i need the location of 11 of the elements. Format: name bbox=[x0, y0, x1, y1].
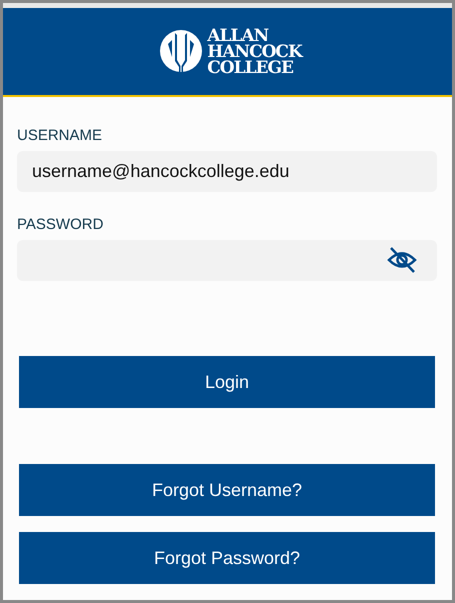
logo-text: HANCOCK bbox=[207, 44, 302, 60]
username-field[interactable]: username@hancockcollege.edu bbox=[17, 151, 437, 192]
logo-text: COLLEGE bbox=[207, 60, 293, 76]
eye-off-icon[interactable] bbox=[387, 246, 417, 274]
help-button[interactable]: Forgot Password? bbox=[19, 532, 435, 584]
help-button[interactable]: Forgot Username? bbox=[19, 464, 435, 516]
logo-text: ALLAN bbox=[207, 28, 268, 44]
password-field[interactable] bbox=[17, 240, 437, 281]
login-button[interactable]: Login bbox=[19, 356, 435, 408]
field-label: PASSWORD bbox=[17, 216, 104, 233]
field-label: USERNAME bbox=[17, 127, 104, 144]
